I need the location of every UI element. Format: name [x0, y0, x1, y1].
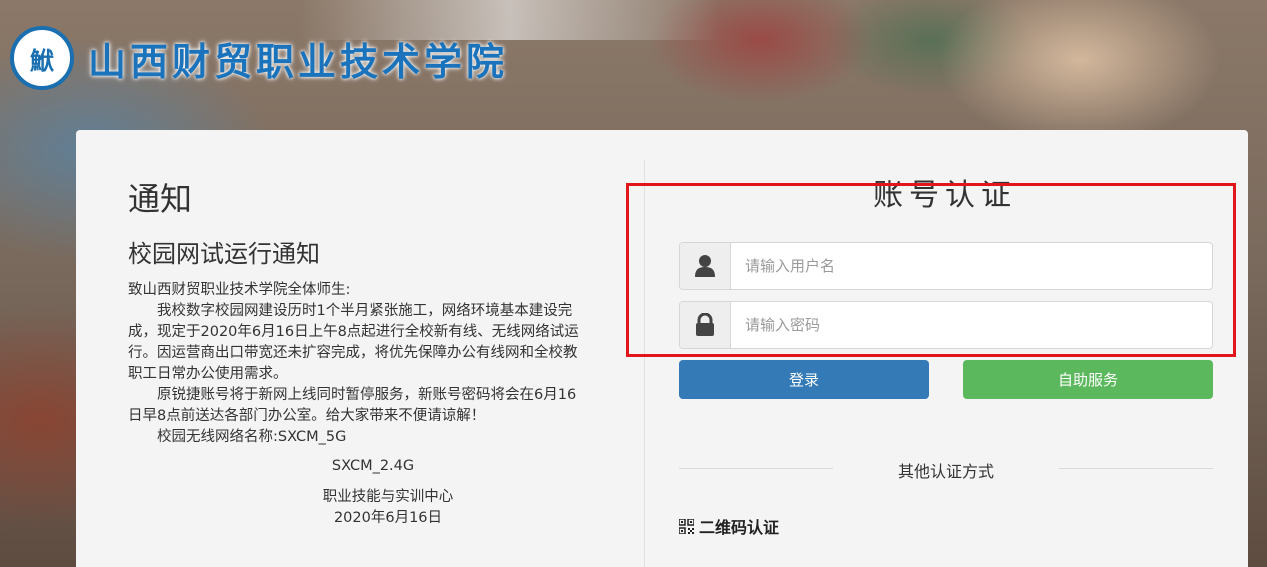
notice-paragraph-2: 原锐捷账号将于新网上线同时暂停服务，新账号密码将会在6月16日早8点前送达各部门…: [128, 387, 577, 424]
notice-greeting: 致山西财贸职业技术学院全体师生:: [128, 282, 351, 298]
other-methods-divider: 其他认证方式: [679, 456, 1213, 481]
school-name: 山西财贸职业技术学院: [88, 39, 509, 84]
notice-ssid-line-2: SXCM_2.4G: [331, 458, 415, 474]
annotation-highlight-box: [626, 183, 1236, 357]
other-methods-label: 其他认证方式: [897, 462, 994, 481]
qr-auth-link[interactable]: 二维码认证: [679, 514, 779, 538]
notice-heading: 通知: [128, 180, 193, 218]
qr-auth-label: 二维码认证: [699, 518, 780, 537]
notice-ssid-line: 校园无线网络名称:SXCM_5G: [157, 429, 347, 445]
school-seal-glyph: 鮲: [30, 46, 54, 75]
notice-title: 校园网试运行通知: [128, 240, 320, 268]
login-button[interactable]: 登录: [679, 360, 929, 399]
divider-line-right: [1059, 468, 1213, 469]
notice-signature: 职业技能与实训中心: [322, 489, 454, 505]
qr-code-icon: [679, 518, 694, 534]
self-service-button[interactable]: 自助服务: [963, 360, 1213, 399]
notice-paragraph-1: 我校数字校园网建设历时1个半月紧张施工，网络环境基本建设完成，现定于2020年6…: [128, 303, 579, 382]
school-logo: 鮲 山西财贸职业技术学院: [10, 26, 508, 90]
notice-date: 2020年6月16日: [333, 510, 443, 526]
notice-body: 致山西财贸职业技术学院全体师生: 我校数字校园网建设历时1个半月紧张施工，网络环…: [128, 280, 588, 529]
school-seal-icon: 鮲: [10, 26, 74, 90]
